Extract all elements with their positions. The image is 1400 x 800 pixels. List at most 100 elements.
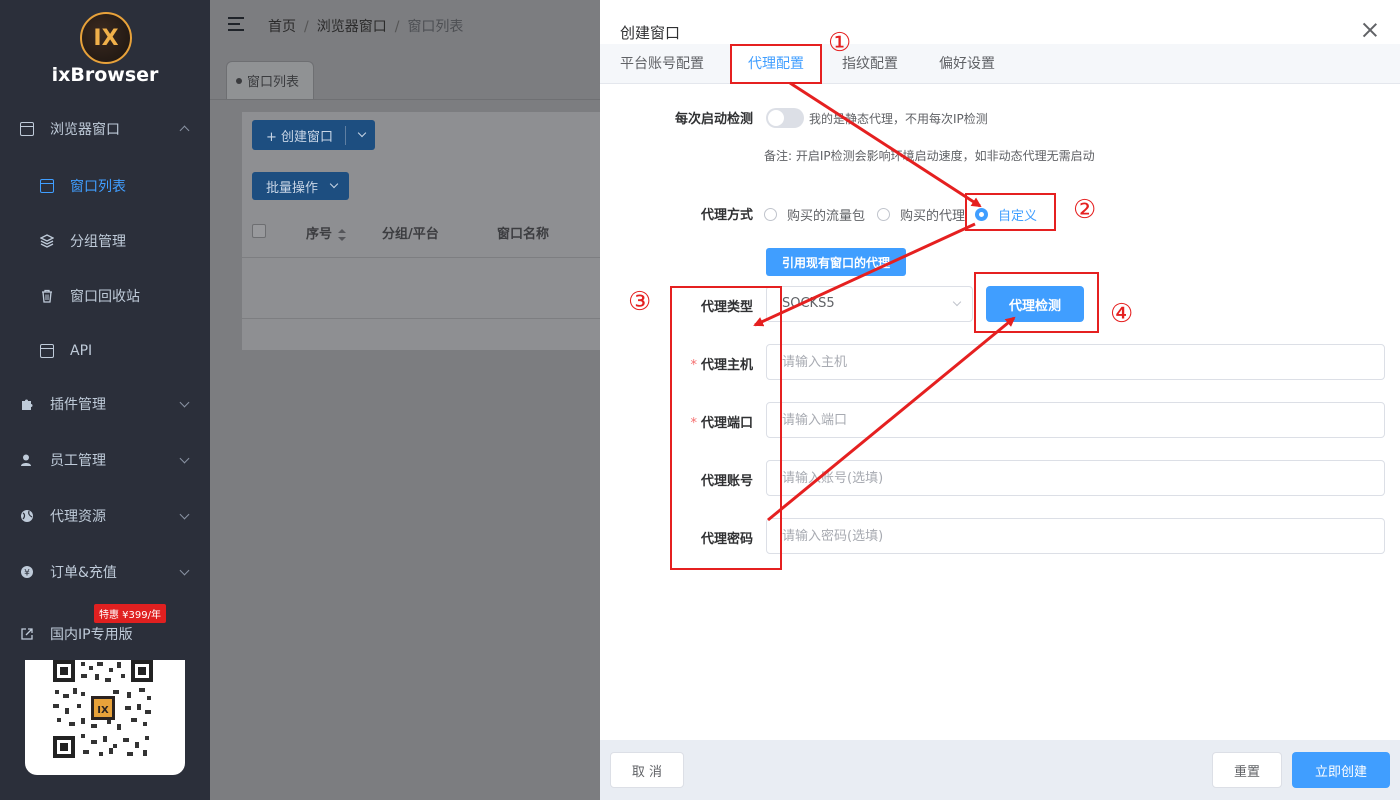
annotation-label-4: ④: [1110, 299, 1134, 329]
tab-platform-account[interactable]: 平台账号配置: [620, 44, 704, 84]
create-window-label: + 创建窗口: [252, 125, 346, 145]
sidebar-item-label: 窗口列表: [70, 179, 126, 195]
column-header-index[interactable]: 序号: [306, 223, 347, 242]
breadcrumb-home[interactable]: 首页: [268, 19, 296, 35]
radio-label: 购买的代理: [900, 209, 966, 224]
proxy-account-input[interactable]: [766, 460, 1385, 496]
proxy-type-select[interactable]: SOCKS5: [766, 286, 973, 322]
chevron-down-icon: [329, 179, 339, 189]
sidebar-item-orders[interactable]: ¥ 订单&充值: [0, 550, 210, 594]
sidebar: IX ixBrowser 浏览器窗口 窗口列表 分组管理 窗口回收站 API 插…: [0, 0, 210, 800]
batch-operation-button[interactable]: 批量操作: [252, 172, 349, 200]
annotation-label-2: ②: [1073, 195, 1097, 225]
radio-circle: [764, 208, 777, 221]
proxy-account-field[interactable]: [767, 461, 1384, 495]
app-name: ixBrowser: [51, 64, 159, 86]
breadcrumb-separator: /: [304, 19, 309, 35]
sort-icon[interactable]: [338, 228, 347, 241]
column-header-group: 分组/平台: [382, 227, 439, 242]
tab-preferences[interactable]: 偏好设置: [939, 44, 995, 84]
sidebar-item-label: 分组管理: [70, 234, 126, 250]
tab-bar: 窗口列表: [210, 50, 600, 100]
window-list-panel: + 创建窗口 批量操作 序号 分组/平台 窗口名称: [242, 112, 600, 350]
chevron-down-icon: [179, 453, 190, 464]
sidebar-item-label: 窗口回收站: [70, 289, 140, 305]
sidebar-item-label: 浏览器窗口: [50, 122, 120, 138]
breadcrumb: 首页 / 浏览器窗口 / 窗口列表: [268, 16, 463, 36]
radio-purchased-proxy[interactable]: 购买的代理: [877, 205, 965, 224]
svg-text:¥: ¥: [24, 569, 30, 579]
tab-dot-icon: [236, 77, 242, 84]
sidebar-item-proxy-resources[interactable]: 代理资源: [0, 494, 210, 538]
radio-custom[interactable]: 自定义: [975, 205, 1037, 224]
svg-text:IX: IX: [97, 705, 109, 716]
sidebar-item-api[interactable]: API: [0, 329, 210, 373]
create-now-button[interactable]: 立即创建: [1292, 752, 1390, 788]
table-header: 序号 分组/平台 窗口名称: [242, 212, 600, 258]
cancel-button[interactable]: 取 消: [610, 752, 684, 788]
sidebar-item-label: 代理资源: [50, 509, 106, 525]
main-content: + 创建窗口 批量操作 序号 分组/平台 窗口名称: [210, 100, 600, 800]
external-link-icon: [20, 627, 34, 641]
breadcrumb-separator: /: [394, 19, 400, 35]
sidebar-item-plugins[interactable]: 插件管理: [0, 382, 210, 426]
window-list-icon: [40, 179, 54, 193]
logo-icon: IX: [80, 12, 132, 64]
startup-check-hint: 我的是静态代理，不用每次IP检测: [809, 112, 988, 126]
proxy-mode-label: 代理方式: [700, 208, 753, 223]
puzzle-icon: [20, 397, 34, 411]
sidebar-item-staff[interactable]: 员工管理: [0, 438, 210, 482]
sidebar-item-recycle-bin[interactable]: 窗口回收站: [0, 274, 210, 318]
qr-code-icon: IX: [53, 660, 153, 758]
select-all-checkbox[interactable]: [252, 224, 266, 238]
proxy-host-input[interactable]: [766, 344, 1385, 380]
required-mark: *: [690, 358, 697, 373]
proxy-port-field[interactable]: [767, 403, 1384, 437]
proxy-host-label: * 代理主机: [640, 354, 753, 373]
sidebar-item-label: 国内IP专用版: [50, 627, 133, 643]
top-bar: 首页 / 浏览器窗口 / 窗口列表: [210, 0, 600, 50]
reset-button[interactable]: 重置: [1212, 752, 1282, 788]
proxy-port-label: * 代理端口: [640, 412, 753, 431]
tab-label: 窗口列表: [247, 75, 300, 90]
chevron-down-icon[interactable]: [357, 128, 367, 138]
menu-toggle-icon[interactable]: [228, 17, 244, 31]
close-icon[interactable]: [1362, 22, 1378, 38]
radio-circle: [975, 208, 988, 221]
create-window-button[interactable]: + 创建窗口: [252, 120, 375, 150]
proxy-port-input[interactable]: [766, 402, 1385, 438]
chevron-down-icon: [179, 565, 190, 576]
sidebar-item-label: 员工管理: [50, 453, 106, 469]
proxy-type-label: 代理类型: [700, 300, 753, 315]
users-icon: [20, 453, 34, 467]
sidebar-item-group-manage[interactable]: 分组管理: [0, 219, 210, 263]
breadcrumb-browser-window[interactable]: 浏览器窗口: [317, 19, 387, 35]
sidebar-item-browser-window[interactable]: 浏览器窗口: [0, 107, 210, 151]
drawer-title: 创建窗口: [620, 24, 681, 42]
tab-window-list[interactable]: 窗口列表: [226, 61, 314, 99]
chevron-up-icon: [179, 125, 190, 136]
globe-icon: [20, 509, 34, 523]
radio-label: 自定义: [998, 209, 1038, 224]
qr-code-card: IX: [25, 660, 185, 775]
sidebar-item-window-list[interactable]: 窗口列表: [0, 164, 210, 208]
proxy-password-field[interactable]: [767, 519, 1384, 553]
proxy-password-input[interactable]: [766, 518, 1385, 554]
sidebar-item-domestic-ip[interactable]: 国内IP专用版: [0, 612, 210, 656]
proxy-port-label-text: 代理端口: [700, 416, 753, 431]
startup-check-note: 备注: 开启IP检测会影响环境启动速度，如非动态代理无需启动: [764, 149, 1095, 163]
chevron-down-icon: [179, 509, 190, 520]
startup-check-switch[interactable]: [766, 108, 804, 128]
proxy-check-button[interactable]: 代理检测: [986, 286, 1084, 322]
column-header-label: 序号: [306, 227, 333, 242]
use-existing-proxy-button[interactable]: 引用现有窗口的代理: [766, 248, 906, 276]
proxy-password-label: 代理密码: [700, 532, 753, 547]
radio-label: 购买的流量包: [787, 209, 866, 224]
tab-proxy-config[interactable]: 代理配置: [730, 44, 822, 84]
trash-icon: [40, 289, 54, 303]
annotation-label-1: ①: [828, 28, 852, 58]
logo: IX ixBrowser: [0, 8, 210, 88]
proxy-host-field[interactable]: [767, 345, 1384, 379]
radio-traffic-package[interactable]: 购买的流量包: [764, 205, 865, 224]
startup-check-label: 每次启动检测: [674, 112, 753, 127]
